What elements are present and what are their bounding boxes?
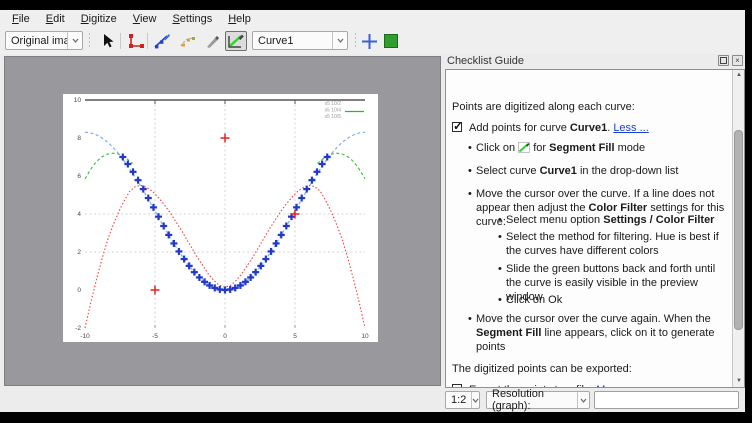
top-black-bar — [0, 0, 752, 10]
segment-fill-icon — [227, 33, 245, 49]
status-view-combo[interactable]: Resolution (graph): — [486, 391, 590, 409]
svg-text:6: 6 — [77, 173, 81, 180]
zoom-combo[interactable]: 1:2 — [445, 391, 480, 409]
svg-text:5: 5 — [293, 333, 297, 340]
svg-text:-5: -5 — [152, 333, 158, 340]
menu-edit[interactable]: Edit — [38, 11, 73, 27]
curve-point-icon — [153, 33, 171, 49]
toolbar: Original image — [0, 28, 745, 54]
background-selector-combo[interactable]: Original image — [5, 31, 83, 50]
status-value-field[interactable] — [594, 391, 739, 409]
scrollbar-thumb[interactable] — [734, 130, 743, 330]
segment-fill-icon — [518, 142, 530, 153]
menu-view[interactable]: View — [125, 11, 165, 27]
svg-text:x5 10/5: x5 10/5 — [325, 114, 342, 120]
graph-canvas[interactable]: 10 8 6 4 2 0 -2-10 -5 0 5 10 x5 10/2x5 10/4x5 10/5 — [4, 56, 441, 386]
menu-digitize[interactable]: Digitize — [73, 11, 125, 27]
point-match-tool-button[interactable] — [177, 31, 199, 51]
pencil-icon — [204, 33, 220, 49]
checklist-sub-bullet-click-ok: • Click on Ok — [446, 293, 726, 307]
svg-text:0: 0 — [223, 333, 227, 340]
svg-text:4: 4 — [77, 211, 81, 218]
chevron-down-icon — [577, 392, 589, 408]
checked-checkbox[interactable] — [452, 122, 462, 132]
point-match-icon — [179, 33, 197, 49]
checklist-sub-bullet-menu-option: • Select menu option Settings / Color Fi… — [446, 213, 726, 227]
checklist-add-points-item: Add points for curve Curve1. Less ... — [452, 121, 649, 135]
background-selector-value: Original image — [6, 35, 67, 47]
svg-text:10: 10 — [361, 333, 369, 340]
graph-image: 10 8 6 4 2 0 -2-10 -5 0 5 10 x5 10/2x5 10/4x5 10/5 — [63, 94, 378, 342]
less-link[interactable]: Less ... — [613, 122, 648, 134]
select-tool-button[interactable] — [96, 31, 118, 51]
checklist-guide-dock: Checklist Guide × Points are digitized a… — [445, 52, 745, 388]
svg-text:10: 10 — [74, 97, 82, 104]
status-bar: 1:2 Resolution (graph): — [0, 388, 745, 412]
checklist-sub-bullet-method: • Select the method for filtering. Hue i… — [446, 230, 726, 258]
green-square-icon — [384, 34, 398, 48]
svg-text:0: 0 — [77, 287, 81, 294]
checklist-bullet-segment-fill: • Click on for Segment Fill mode — [446, 141, 730, 155]
scroll-up-icon[interactable]: ▲ — [733, 70, 745, 81]
checklist-content: Points are digitized along each curve: A… — [445, 69, 745, 388]
menu-file[interactable]: File — [4, 11, 38, 27]
bottom-black-bar — [0, 412, 752, 423]
zoom-value: 1:2 — [446, 394, 471, 406]
svg-text:x5 10/2: x5 10/2 — [325, 101, 342, 107]
points-visibility-button[interactable] — [359, 31, 379, 51]
dock-close-button[interactable]: × — [732, 55, 743, 66]
menu-settings[interactable]: Settings — [164, 11, 220, 27]
color-filter-swatch-button[interactable] — [381, 31, 401, 51]
chevron-down-icon — [471, 392, 479, 408]
checklist-intro: Points are digitized along each curve: — [452, 100, 635, 114]
checklist-bullet-move-again: • Move the cursor over the curve again. … — [446, 312, 730, 354]
app-window: File Edit Digitize View Settings Help Or… — [0, 0, 752, 423]
svg-text:2: 2 — [77, 249, 81, 256]
chevron-down-icon — [332, 32, 347, 49]
dock-title: Checklist Guide × — [445, 52, 745, 69]
menu-bar: File Edit Digitize View Settings Help — [0, 10, 745, 28]
status-view-value: Resolution (graph): — [487, 388, 577, 412]
curve-selector-value: Curve1 — [253, 35, 332, 47]
svg-text:-2: -2 — [75, 325, 81, 332]
dock-title-label: Checklist Guide — [447, 55, 524, 67]
blue-cross-icon — [361, 33, 378, 50]
cursor-arrow-icon — [100, 33, 115, 49]
svg-text:8: 8 — [77, 135, 81, 142]
axis-point-tool-button[interactable] — [124, 31, 146, 51]
chevron-down-icon — [67, 32, 82, 49]
curve-selector-combo[interactable]: Curve1 — [252, 31, 348, 50]
curve-point-tool-button[interactable] — [151, 31, 173, 51]
scroll-down-icon[interactable]: ▼ — [733, 376, 745, 387]
checklist-scrollbar[interactable]: ▲ ▼ — [732, 70, 744, 387]
color-picker-tool-button[interactable] — [201, 31, 223, 51]
checklist-bullet-select-curve: • Select curve Curve1 in the drop-down l… — [446, 164, 730, 178]
dock-float-button[interactable] — [718, 55, 729, 66]
svg-text:x5 10/4: x5 10/4 — [325, 108, 342, 114]
graph-plot: 10 8 6 4 2 0 -2-10 -5 0 5 10 x5 10/2x5 10/4x5 10/5 — [63, 94, 378, 342]
svg-text:-10: -10 — [80, 333, 90, 340]
segment-fill-tool-button[interactable] — [225, 31, 247, 51]
right-black-bar — [745, 0, 752, 423]
axis-point-icon — [127, 33, 144, 49]
checklist-export-intro: The digitized points can be exported: — [452, 362, 632, 376]
menu-help[interactable]: Help — [220, 11, 259, 27]
